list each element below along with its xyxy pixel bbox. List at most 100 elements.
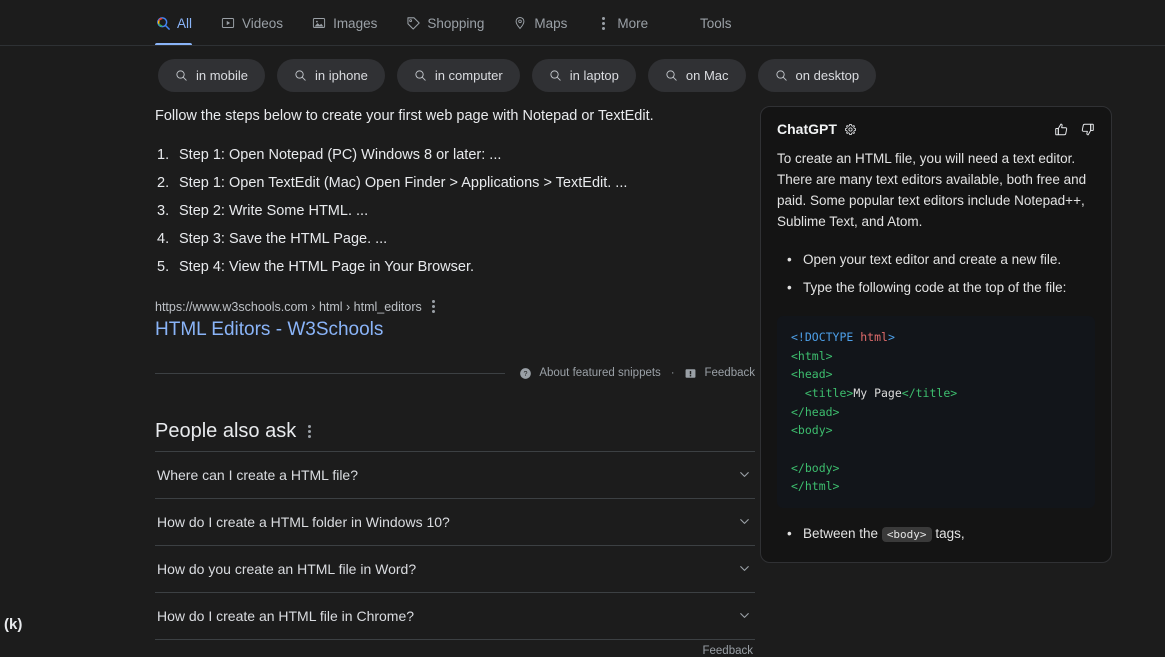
video-icon xyxy=(220,15,236,31)
inline-code-body-tag: <body> xyxy=(881,526,932,542)
chevron-down-icon xyxy=(735,607,753,625)
chatgpt-title: ChatGPT xyxy=(777,121,837,137)
chatgpt-answer-panel: ChatGPT To create an HTML file, you will… xyxy=(760,106,1112,564)
paa-question-label: How do you create an HTML file in Word? xyxy=(157,560,417,577)
snippet-feedback-link[interactable]: Feedback xyxy=(684,367,755,380)
paa-question-2[interactable]: How do I create a HTML folder in Windows… xyxy=(155,497,755,545)
search-results-column: Follow the steps below to create your fi… xyxy=(155,106,755,657)
figure-label: (k) xyxy=(4,616,23,633)
code-token: <body> xyxy=(791,423,833,438)
chatgpt-bullet-list: Open your text editor and create a new f… xyxy=(777,246,1095,303)
chip-label: in computer xyxy=(434,68,503,83)
kebab-icon xyxy=(595,15,611,31)
google-search-icon xyxy=(155,15,171,31)
step-item: Step 2: Write Some HTML. ... xyxy=(157,201,369,222)
feedback-flag-icon xyxy=(686,368,696,378)
code-token: <title> xyxy=(791,386,854,401)
chip-label: in iphone xyxy=(315,68,368,83)
tab-more[interactable]: More xyxy=(595,0,648,46)
search-icon xyxy=(550,70,561,81)
trailing-post: tags, xyxy=(931,525,965,541)
tab-more-label: More xyxy=(617,15,649,31)
tools-button[interactable]: Tools xyxy=(700,16,732,31)
featured-snippet-steps: Step 1: Open Notepad (PC) Windows 8 or l… xyxy=(155,142,755,282)
paa-feedback-link[interactable]: Feedback xyxy=(702,640,755,657)
people-also-ask-title: People also ask xyxy=(155,419,297,442)
about-featured-snippets-link[interactable]: ? About featured snippets xyxy=(519,367,661,380)
image-icon xyxy=(311,15,327,31)
search-icon xyxy=(666,70,677,81)
code-token: <html> xyxy=(791,348,833,363)
chatgpt-trailing-bullet: Between the <body> tags, xyxy=(777,522,1095,546)
search-nav-bar: All Videos Images Shopping Maps More Too… xyxy=(0,0,1165,46)
tab-shopping-label: Shopping xyxy=(427,15,485,31)
chatgpt-trailing-bullet-list: Between the <body> tags, xyxy=(777,522,1095,546)
paa-question-3[interactable]: How do you create an HTML file in Word? xyxy=(155,544,755,592)
step-item: Step 4: View the HTML Page in Your Brows… xyxy=(157,257,474,278)
chip-in-laptop[interactable]: in laptop xyxy=(531,59,636,92)
chatgpt-bullet: Open your text editor and create a new f… xyxy=(777,246,1095,274)
paa-question-1[interactable]: Where can I create a HTML file? xyxy=(155,450,755,498)
search-icon xyxy=(415,70,426,81)
people-also-ask-header: People also ask xyxy=(155,420,755,443)
search-icon xyxy=(775,70,787,81)
snippet-feedback-label: Feedback xyxy=(704,367,755,380)
chip-label: in mobile xyxy=(196,68,249,83)
featured-snippet-footer: ? About featured snippets · Feedback xyxy=(155,367,755,380)
result-options-kebab-icon[interactable] xyxy=(431,300,435,314)
thumbs-up-icon[interactable] xyxy=(1054,122,1069,137)
chip-in-mobile[interactable]: in mobile xyxy=(158,59,266,92)
chip-in-iphone[interactable]: in iphone xyxy=(277,59,385,92)
html-code-block: <!DOCTYPE html> <html> <head> <title>My … xyxy=(777,316,1095,508)
gear-icon[interactable] xyxy=(844,123,857,136)
code-token: html xyxy=(860,330,888,345)
chatgpt-paragraph: To create an HTML file, you will need a … xyxy=(777,151,1087,229)
chevron-down-icon xyxy=(735,466,753,484)
separator-dot: · xyxy=(670,367,675,380)
chatgpt-bullet: Type the following code at the top of th… xyxy=(777,274,1095,302)
tab-images[interactable]: Images xyxy=(311,0,377,46)
chip-label: on desktop xyxy=(795,68,860,83)
tab-videos-label: Videos xyxy=(242,15,284,31)
code-token: <head> xyxy=(791,367,833,382)
chip-label: on Mac xyxy=(685,68,729,83)
tab-images-label: Images xyxy=(333,15,378,31)
tab-all-label: All xyxy=(177,15,193,31)
result-title-link[interactable]: HTML Editors - W3Schools xyxy=(155,318,755,343)
code-token: </head> xyxy=(791,404,840,419)
step-item: Step 1: Open Notepad (PC) Windows 8 or l… xyxy=(157,145,502,166)
help-circle-icon: ? xyxy=(520,367,532,379)
paa-question-4[interactable]: How do I create an HTML file in Chrome? xyxy=(155,591,755,639)
map-pin-icon xyxy=(512,15,528,31)
step-item: Step 3: Save the HTML Page. ... xyxy=(157,229,388,250)
search-icon xyxy=(295,70,306,81)
chip-on-mac[interactable]: on Mac xyxy=(647,59,746,92)
paa-options-kebab-icon[interactable] xyxy=(308,424,312,438)
featured-snippet-lead: Follow the steps below to create your fi… xyxy=(155,108,654,124)
paa-question-label: How do I create an HTML file in Chrome? xyxy=(157,607,415,624)
related-search-chips: in mobile in iphone in computer in lapto… xyxy=(0,46,1165,92)
code-token: </html> xyxy=(791,479,840,494)
tab-all[interactable]: All xyxy=(155,0,193,46)
breadcrumb: https://www.w3schools.com › html › html_… xyxy=(155,299,422,314)
code-token: </title> xyxy=(901,386,958,401)
chatgpt-panel-header: ChatGPT xyxy=(777,121,1095,137)
kebab-dots xyxy=(601,16,605,30)
code-token: My Page xyxy=(853,386,902,401)
tab-videos[interactable]: Videos xyxy=(220,0,283,46)
code-token: > xyxy=(887,330,895,345)
chip-in-computer[interactable]: in computer xyxy=(396,59,520,92)
tab-maps[interactable]: Maps xyxy=(512,0,567,46)
paa-question-label: Where can I create a HTML file? xyxy=(157,466,359,483)
search-icon xyxy=(176,70,187,81)
code-token: <!DOCTYPE xyxy=(791,330,854,345)
thumbs-down-icon[interactable] xyxy=(1080,122,1095,137)
paa-question-label: How do I create a HTML folder in Windows… xyxy=(157,513,450,530)
svg-text:?: ? xyxy=(524,370,528,378)
chatgpt-column: ChatGPT To create an HTML file, you will… xyxy=(760,106,1112,564)
divider xyxy=(155,372,506,374)
chevron-down-icon xyxy=(735,513,753,531)
chip-on-desktop[interactable]: on desktop xyxy=(757,59,877,92)
chevron-down-icon xyxy=(735,560,753,578)
tab-shopping[interactable]: Shopping xyxy=(405,0,484,46)
